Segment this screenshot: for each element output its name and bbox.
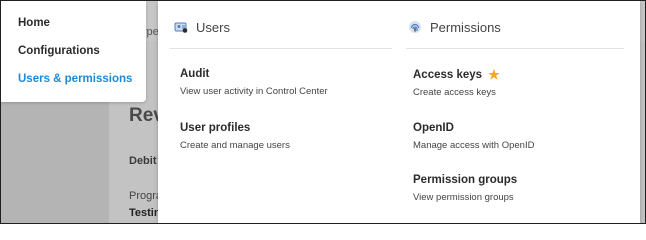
menu-item-user-profiles[interactable]: User profiles Create and manage users bbox=[180, 122, 290, 151]
users-permissions-menu-panel: Users Permissions Audit View user activi… bbox=[158, 1, 640, 223]
users-section-heading: Users bbox=[196, 19, 230, 35]
audit-title: Audit bbox=[180, 68, 210, 80]
nav-item-configurations[interactable]: Configurations bbox=[18, 45, 100, 57]
access-keys-title: Access keys bbox=[413, 68, 483, 81]
permission-groups-title: Permission groups bbox=[413, 174, 518, 186]
main-nav-menu: Home Configurations Users & permissions bbox=[1, 1, 146, 102]
menu-item-access-keys[interactable]: Access keys ★ Create access keys bbox=[413, 68, 500, 98]
user-profiles-title: User profiles bbox=[180, 122, 251, 134]
fingerprint-icon bbox=[408, 20, 422, 34]
users-section-header: Users bbox=[174, 17, 230, 37]
menu-item-audit[interactable]: Audit View user activity in Control Cent… bbox=[180, 68, 328, 97]
openid-description: Manage access with OpenID bbox=[413, 140, 535, 151]
permissions-divider bbox=[406, 48, 624, 49]
permissions-section-header: Permissions bbox=[408, 17, 501, 37]
permissions-section-heading: Permissions bbox=[430, 19, 501, 35]
audit-description: View user activity in Control Center bbox=[180, 86, 328, 97]
star-icon: ★ bbox=[488, 67, 500, 82]
screen: ype Rev Debit Progra Testin Home Configu… bbox=[0, 0, 646, 224]
nav-item-home[interactable]: Home bbox=[18, 17, 50, 29]
menu-item-openid[interactable]: OpenID Manage access with OpenID bbox=[413, 122, 534, 151]
background-testing-value: Testin bbox=[129, 207, 161, 219]
menu-item-permission-groups[interactable]: Permission groups View permission groups bbox=[413, 174, 517, 203]
nav-item-users-permissions[interactable]: Users & permissions bbox=[18, 73, 132, 85]
background-debit-label: Debit bbox=[129, 155, 157, 167]
permission-groups-description: View permission groups bbox=[413, 192, 514, 203]
openid-title: OpenID bbox=[413, 122, 454, 134]
users-icon bbox=[174, 20, 188, 34]
user-profiles-description: Create and manage users bbox=[180, 140, 290, 151]
access-keys-description: Create access keys bbox=[413, 87, 496, 98]
users-divider bbox=[170, 48, 392, 49]
